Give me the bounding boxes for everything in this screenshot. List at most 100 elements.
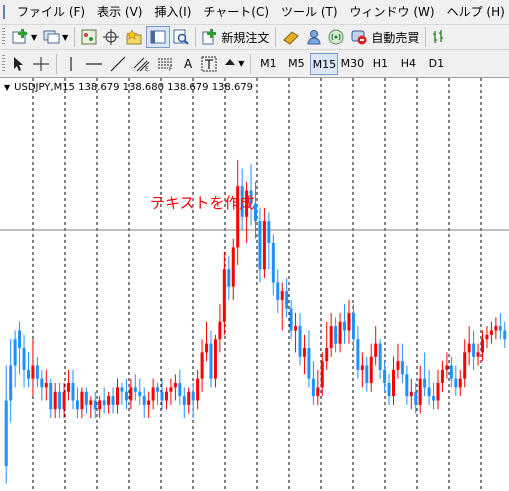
candle-body (400, 361, 404, 375)
candle (325, 321, 329, 370)
price-chart[interactable] (0, 78, 509, 491)
new-chart-button[interactable]: ▼ (9, 26, 40, 48)
candle-body (169, 387, 173, 392)
timeframe-d1[interactable]: D1 (422, 53, 450, 75)
candle-body (302, 348, 306, 357)
fibonacci-icon: F (158, 58, 173, 72)
timeframe-m15[interactable]: M15 (310, 52, 339, 75)
collapse-triangle-icon[interactable]: ▼ (4, 83, 10, 92)
fibonacci-tool[interactable]: F (154, 53, 178, 75)
vertical-line-icon (70, 56, 72, 71)
candle (22, 334, 26, 388)
candle (338, 313, 342, 353)
candle-body (71, 383, 75, 401)
candle-body (53, 391, 57, 410)
bar-chart-button[interactable] (429, 26, 447, 48)
candle (26, 352, 30, 388)
candle-body (298, 326, 302, 357)
timeframe-m30[interactable]: M30 (338, 53, 366, 75)
candle-body (13, 339, 17, 366)
signals-button[interactable] (325, 26, 347, 48)
candle-body (320, 361, 324, 388)
candle (173, 374, 177, 401)
candle (35, 356, 39, 388)
trendline-tool[interactable] (106, 53, 130, 75)
candle (182, 387, 186, 418)
candle-body (62, 391, 66, 410)
vertical-line-tool[interactable] (60, 53, 82, 75)
chart-text-object[interactable]: テキストを作成 (150, 192, 255, 213)
text-tool[interactable]: A (178, 53, 198, 75)
new-chart-icon (12, 29, 27, 44)
candle-body (18, 330, 22, 348)
menu-chart[interactable]: チャート(C) (197, 0, 275, 24)
timeframe-h4[interactable]: H4 (394, 53, 422, 75)
candle (374, 326, 378, 366)
candle (227, 256, 231, 300)
cursor-tool[interactable] (9, 53, 29, 75)
candle-body (227, 269, 231, 287)
candle (454, 365, 458, 397)
candle-body (334, 326, 338, 344)
toolbar-grip[interactable] (2, 28, 5, 46)
candle (129, 378, 133, 410)
candle-body (432, 396, 436, 401)
arrows-tool[interactable]: ▼ (220, 53, 247, 75)
menu-insert[interactable]: 挿入(I) (148, 0, 197, 24)
market-watch-button[interactable] (78, 26, 100, 48)
dropdown-arrow-icon: ▼ (238, 59, 245, 68)
timeframe-m1[interactable]: M1 (254, 53, 282, 75)
candle (4, 365, 8, 484)
candle-body (280, 291, 284, 300)
text-label-tool[interactable] (198, 53, 220, 75)
terminal-icon (150, 30, 166, 44)
horizontal-line-tool[interactable] (82, 53, 106, 75)
toolbar-separator (250, 53, 252, 74)
candle (205, 321, 209, 362)
terminal-button[interactable] (146, 26, 171, 48)
candle (280, 282, 284, 331)
candle (320, 352, 324, 397)
profiles-button[interactable]: ▼ (40, 26, 71, 48)
star-folder-icon (126, 29, 142, 45)
menu-help[interactable]: ヘルプ (H) (441, 0, 509, 24)
strategy-tester-button[interactable] (170, 26, 192, 48)
timeframe-m5[interactable]: M5 (282, 53, 310, 75)
editor-book-icon (283, 31, 300, 45)
candle (258, 208, 262, 283)
candle-body (458, 378, 462, 388)
candle-body (494, 326, 498, 331)
toolbar-separator (195, 27, 197, 47)
crosshair-tool[interactable] (29, 53, 53, 75)
candle (40, 369, 44, 401)
candle (476, 343, 480, 366)
timeframe-h1[interactable]: H1 (366, 53, 394, 75)
app-icon[interactable] (3, 5, 5, 19)
navigator-button[interactable] (122, 26, 146, 48)
candle-body (316, 387, 320, 397)
menu-view[interactable]: 表示 (V) (91, 0, 148, 24)
candle-body (414, 391, 418, 405)
new-order-button[interactable]: 新規注文 (199, 26, 272, 48)
equidistant-channel-tool[interactable]: E (130, 53, 154, 75)
menu-file[interactable]: ファイル (F) (11, 0, 91, 24)
account-button[interactable] (303, 26, 325, 48)
candle-body (258, 221, 262, 270)
metaeditor-button[interactable] (279, 26, 303, 48)
crosshair-nav-button[interactable] (100, 26, 122, 48)
toolbar-separator (275, 27, 277, 47)
menu-tools[interactable]: ツール (T) (275, 0, 344, 24)
candle (209, 330, 213, 388)
chart-window[interactable]: ▼ USDJPY,M15 138.679 138.680 138.679 138… (0, 78, 509, 491)
auto-trading-button[interactable]: 自動売買 (347, 26, 422, 48)
menu-window[interactable]: ウィンドウ (W) (344, 0, 441, 24)
candle-body (102, 400, 106, 405)
candles (4, 159, 507, 484)
candle-body (142, 396, 146, 405)
candle (187, 387, 191, 414)
candle-body (209, 343, 213, 379)
toolbar-grip[interactable] (2, 54, 5, 73)
candle (463, 339, 467, 388)
candle-body (111, 396, 115, 405)
candle-body (93, 400, 97, 410)
